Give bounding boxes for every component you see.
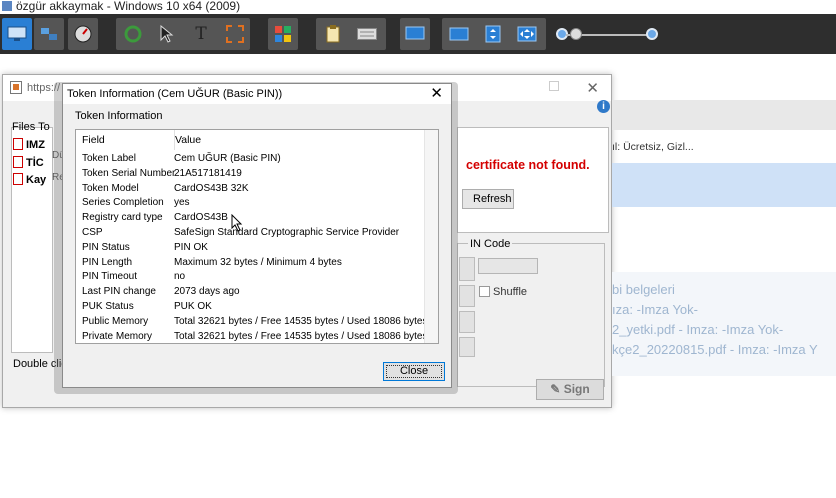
row-field: Token Label	[82, 153, 136, 164]
row-field: PUK Status	[82, 301, 134, 312]
dialog-title: Token Information (Cem UĞUR (Basic PIN))	[63, 84, 451, 104]
row-field: PIN Status	[82, 241, 130, 253]
fullscreen-icon[interactable]	[220, 18, 250, 50]
pin-side-button-4[interactable]	[459, 337, 475, 357]
row-value: 21A517181419	[174, 167, 242, 179]
row-field: Token Serial Number	[82, 167, 176, 179]
dialog-subtitle: Token Information	[75, 110, 163, 122]
fit-icon[interactable]	[478, 18, 508, 50]
apps-icon[interactable]	[268, 18, 298, 50]
clipboard-icon[interactable]	[318, 18, 348, 50]
close-icon[interactable]: ✕	[430, 85, 443, 103]
stretch-icon[interactable]	[512, 18, 542, 50]
row-value: no	[174, 271, 186, 283]
screen-icon[interactable]	[400, 18, 430, 50]
keyboard-icon[interactable]	[352, 18, 382, 50]
file-item[interactable]: IMZ	[13, 138, 45, 151]
row-field: Series Completion	[82, 197, 164, 209]
checkbox-icon[interactable]	[479, 286, 490, 297]
column-header-field[interactable]: Field	[82, 130, 105, 150]
pin-side-button-1[interactable]	[459, 257, 475, 281]
row-value: Total 32621 bytes / Free 14535 bytes / U…	[174, 330, 428, 342]
row-value: PIN OK	[174, 241, 208, 253]
pointer-icon[interactable]	[152, 18, 182, 50]
token-info-table[interactable]: Field Value Token Label Cem UĞUR (Basic P…	[75, 129, 439, 344]
sign-button[interactable]: ✎ Sign	[536, 379, 604, 400]
vm-icon	[2, 1, 12, 11]
pin-side-button-3[interactable]	[459, 311, 475, 333]
refresh-button[interactable]: Refresh	[462, 189, 514, 209]
pin-side-button-2[interactable]	[459, 285, 475, 307]
background-page-text: ıl: Ücretsiz, Gizl...	[612, 141, 694, 153]
zoom-in-icon[interactable]	[646, 28, 658, 40]
network-icon[interactable]	[34, 18, 64, 50]
row-field: Token Model	[82, 182, 139, 194]
focus-ring	[386, 365, 442, 378]
background-page-highlight	[612, 163, 836, 207]
row-value: Cem UĞUR (Basic PIN)	[174, 153, 281, 164]
certificate-error-text: certificate not found.	[466, 158, 590, 172]
row-value: yes	[174, 197, 190, 209]
pin-input[interactable]	[478, 258, 538, 274]
pin-code-label: IN Code	[468, 238, 513, 250]
refresh-icon[interactable]	[118, 18, 148, 50]
background-page-line: ıza: -Imza Yok-	[612, 302, 698, 317]
java-icon	[10, 81, 22, 94]
window-titlebar: özgür akkaymak - Windows 10 x64 (2009)	[0, 0, 836, 14]
row-field: PIN Timeout	[82, 271, 138, 283]
row-field: PIN Length	[82, 256, 133, 268]
certificate-panel	[457, 127, 609, 233]
close-button[interactable]: Close	[383, 362, 445, 381]
token-info-dialog: Token Information (Cem UĞUR (Basic PIN))…	[62, 83, 452, 388]
row-value: 2073 days ago	[174, 286, 240, 298]
background-page-line: kçe2_20220815.pdf - Imza: -Imza Y	[612, 342, 818, 357]
row-value: CardOS43B	[174, 212, 228, 224]
zoom-slider-knob[interactable]	[570, 28, 582, 40]
pdf-icon	[13, 138, 23, 150]
row-value: CardOS43B 32K	[174, 182, 249, 194]
file-item[interactable]: TİC	[13, 156, 44, 169]
column-header-value[interactable]: Value	[174, 130, 201, 150]
row-field: Private Memory	[82, 330, 153, 342]
row-value: PUK OK	[174, 301, 212, 312]
files-to-label: Files To	[12, 121, 50, 133]
background-page-header	[612, 100, 836, 130]
mouse-cursor-icon	[231, 214, 243, 232]
file-item[interactable]: Kay	[13, 173, 46, 186]
background-page-line: 2_yetki.pdf - Imza: -Imza Yok-	[612, 322, 784, 337]
pdf-icon	[13, 173, 23, 185]
pdf-icon	[13, 156, 23, 168]
window-icon[interactable]	[444, 18, 474, 50]
info-icon[interactable]: i	[597, 100, 610, 113]
remote-toolbar: T	[0, 14, 836, 54]
dashboard-icon[interactable]	[68, 18, 98, 50]
shuffle-checkbox[interactable]: Shuffle	[479, 286, 527, 298]
background-page-line: bi belgeleri	[612, 282, 675, 297]
text-icon[interactable]: T	[186, 18, 216, 50]
row-value: Maximum 32 bytes / Minimum 4 bytes	[174, 256, 342, 268]
table-scrollbar[interactable]	[424, 130, 438, 343]
maximize-icon[interactable]	[549, 81, 559, 91]
row-field: Last PIN change	[82, 286, 156, 298]
row-value: SafeSign Standard Cryptographic Service …	[174, 227, 400, 238]
monitor-icon[interactable]	[2, 18, 32, 50]
row-value: Total 32621 bytes / Free 14535 bytes / U…	[174, 315, 428, 327]
row-field: CSP	[82, 227, 103, 238]
close-icon[interactable]: ✕	[586, 79, 599, 97]
row-field: Public Memory	[82, 315, 149, 327]
window-title: özgür akkaymak - Windows 10 x64 (2009)	[16, 0, 241, 13]
row-field: Registry card type	[82, 212, 163, 224]
